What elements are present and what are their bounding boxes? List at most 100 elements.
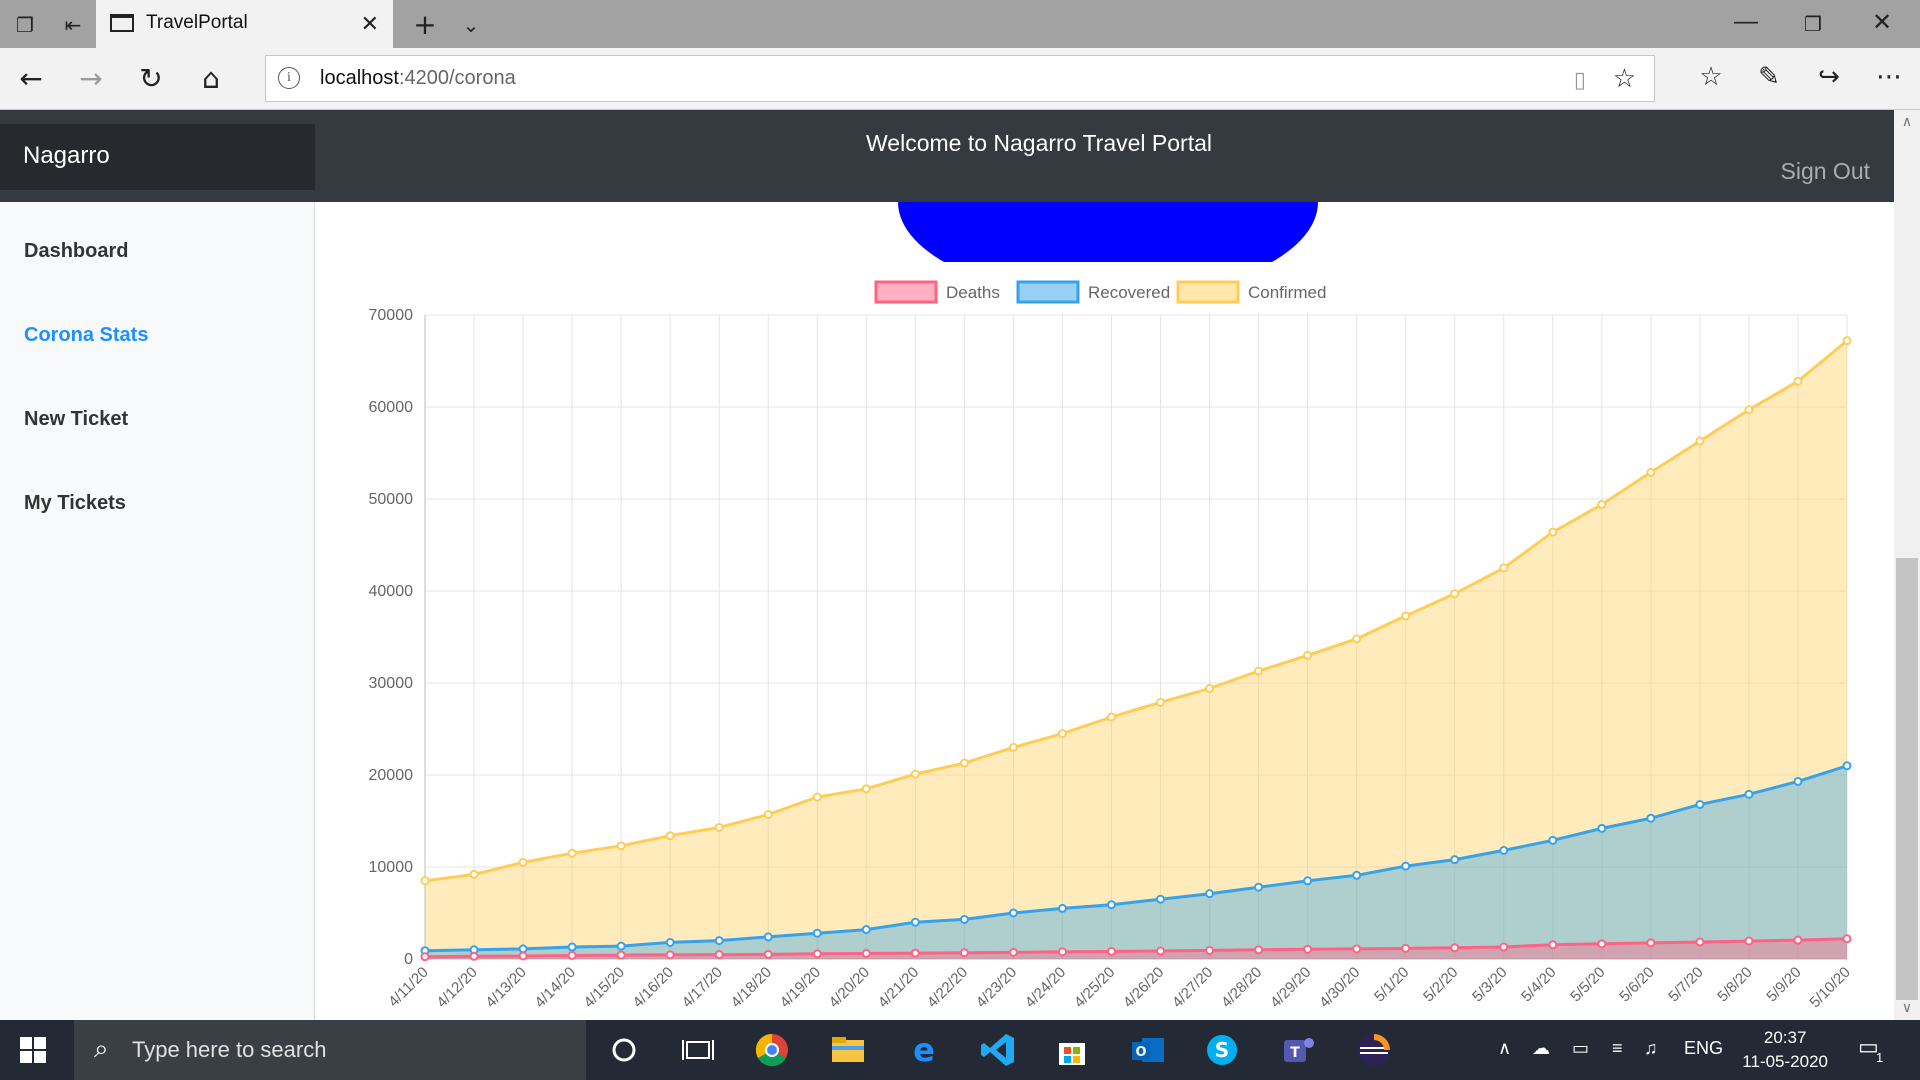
- data-point-confirmed: [1057, 729, 1067, 739]
- language-indicator[interactable]: ENG: [1684, 1038, 1723, 1059]
- address-bar[interactable]: i localhost:4200/corona ▯ ☆: [265, 55, 1655, 102]
- brand-name: Nagarro: [23, 142, 110, 169]
- data-point-recovered: [1646, 813, 1656, 823]
- data-point-recovered: [714, 936, 724, 946]
- data-point-confirmed: [1499, 563, 1509, 573]
- x-tick-label: 4/23/20: [973, 964, 1020, 1011]
- taskbar-clock[interactable]: 20:37 11-05-2020: [1742, 1026, 1828, 1074]
- data-point-recovered: [1008, 908, 1018, 918]
- onedrive-icon[interactable]: ☁: [1532, 1038, 1550, 1059]
- data-point-deaths: [861, 948, 871, 958]
- vscode-icon[interactable]: [978, 1030, 1018, 1070]
- data-point-confirmed: [1352, 634, 1362, 644]
- data-point-recovered: [812, 928, 822, 938]
- minimize-icon[interactable]: —: [1734, 8, 1758, 36]
- show-hidden-icons-chevron-icon[interactable]: ∧: [1498, 1038, 1511, 1059]
- data-point-recovered: [1548, 835, 1558, 845]
- volume-icon[interactable]: ♫: [1644, 1038, 1658, 1059]
- outlook-icon[interactable]: O: [1128, 1030, 1168, 1070]
- data-point-confirmed: [1597, 500, 1607, 510]
- x-tick-label: 4/27/20: [1169, 964, 1216, 1011]
- tab-preview-chevron-icon[interactable]: ⌄: [458, 12, 484, 38]
- data-point-deaths: [1695, 937, 1705, 947]
- page-scrollbar[interactable]: ∧ ∨: [1894, 110, 1920, 1020]
- notification-count: 1: [1876, 1050, 1884, 1065]
- data-point-deaths: [1008, 947, 1018, 957]
- sign-out-link[interactable]: Sign Out: [1781, 158, 1871, 185]
- edge-browser-icon[interactable]: e: [904, 1030, 944, 1070]
- data-point-confirmed: [616, 841, 626, 851]
- scroll-down-icon[interactable]: ∨: [1894, 1000, 1920, 1020]
- sidebar-item-corona-stats[interactable]: Corona Stats: [24, 324, 148, 347]
- sidebar-item-dashboard[interactable]: Dashboard: [24, 240, 128, 263]
- x-tick-label: 5/5/20: [1567, 964, 1609, 1006]
- teams-icon[interactable]: T: [1278, 1030, 1318, 1070]
- reading-view-icon[interactable]: ▯: [1574, 68, 1586, 93]
- refresh-icon[interactable]: ↻: [134, 62, 168, 96]
- data-point-deaths: [616, 950, 626, 960]
- data-point-confirmed: [1156, 697, 1166, 707]
- x-tick-label: 4/14/20: [532, 964, 579, 1011]
- main-content: 0 10000 20000 30000 40000 50000 60000 70000 4/11…: [316, 202, 1894, 1020]
- data-point-confirmed: [1548, 527, 1558, 537]
- file-explorer-icon[interactable]: [828, 1030, 868, 1070]
- more-menu-icon[interactable]: ⋯: [1872, 62, 1906, 92]
- scroll-up-icon[interactable]: ∧: [1894, 114, 1920, 134]
- y-tick-label: 20000: [369, 767, 414, 784]
- x-tick-label: 4/18/20: [728, 964, 775, 1011]
- set-tabs-aside-icon[interactable]: ⇤: [60, 12, 86, 38]
- windows-start-icon[interactable]: [20, 1037, 46, 1063]
- data-point-deaths: [1057, 947, 1067, 957]
- data-point-confirmed: [1008, 742, 1018, 752]
- x-tick-label: 4/12/20: [433, 964, 480, 1011]
- forward-icon[interactable]: →: [74, 62, 108, 96]
- close-tab-icon[interactable]: ✕: [361, 11, 379, 37]
- scrollbar-thumb[interactable]: [1896, 558, 1918, 1000]
- restore-icon[interactable]: ❐: [1804, 12, 1822, 37]
- eclipse-icon[interactable]: [1354, 1030, 1394, 1070]
- data-point-deaths: [959, 948, 969, 958]
- sidebar-item-new-ticket[interactable]: New Ticket: [24, 408, 128, 431]
- favorites-list-icon[interactable]: ☆: [1694, 62, 1728, 92]
- task-view-icon[interactable]: [678, 1030, 718, 1070]
- battery-icon[interactable]: ▭: [1572, 1038, 1589, 1059]
- data-point-recovered: [861, 925, 871, 935]
- data-point-deaths: [1303, 944, 1313, 954]
- share-icon[interactable]: ↪: [1812, 62, 1846, 92]
- web-note-pen-icon[interactable]: ✎: [1752, 62, 1786, 92]
- data-point-deaths: [1842, 934, 1852, 944]
- store-icon[interactable]: [1052, 1030, 1092, 1070]
- y-tick-label: 10000: [369, 859, 414, 876]
- site-info-icon[interactable]: i: [278, 67, 300, 89]
- new-tab-icon[interactable]: +: [412, 11, 438, 39]
- page-icon: [110, 14, 134, 32]
- sidebar-item-my-tickets[interactable]: My Tickets: [24, 492, 126, 515]
- skype-icon[interactable]: S: [1202, 1030, 1242, 1070]
- home-icon[interactable]: ⌂: [194, 62, 228, 96]
- data-point-recovered: [1057, 903, 1067, 913]
- browser-tab[interactable]: TravelPortal ✕: [96, 0, 393, 48]
- data-point-deaths: [714, 950, 724, 960]
- data-point-deaths: [1401, 943, 1411, 953]
- url-text[interactable]: localhost:4200/corona: [320, 67, 516, 90]
- brand[interactable]: Nagarro: [0, 124, 315, 190]
- y-tick-label: 60000: [369, 399, 414, 416]
- data-point-deaths: [665, 950, 675, 960]
- x-tick-label: 4/13/20: [482, 964, 529, 1011]
- cortana-icon[interactable]: [604, 1030, 644, 1070]
- wifi-icon[interactable]: ≡: [1612, 1038, 1623, 1059]
- taskbar-search-box[interactable]: ⌕ Type here to search: [74, 1020, 586, 1080]
- data-point-confirmed: [1842, 336, 1852, 346]
- data-point-recovered: [1303, 876, 1313, 886]
- y-tick-label: 50000: [369, 491, 414, 508]
- back-icon[interactable]: ←: [14, 62, 48, 96]
- svg-text:S: S: [1215, 1038, 1229, 1062]
- x-tick-label: 4/17/20: [679, 964, 726, 1011]
- tab-actions-icon[interactable]: ❐: [12, 12, 38, 38]
- chrome-icon[interactable]: [752, 1030, 792, 1070]
- close-window-icon[interactable]: ✕: [1872, 8, 1892, 37]
- data-point-recovered: [665, 937, 675, 947]
- data-point-confirmed: [959, 758, 969, 768]
- favorite-star-icon[interactable]: ☆: [1613, 64, 1636, 94]
- data-point-confirmed: [1303, 650, 1313, 660]
